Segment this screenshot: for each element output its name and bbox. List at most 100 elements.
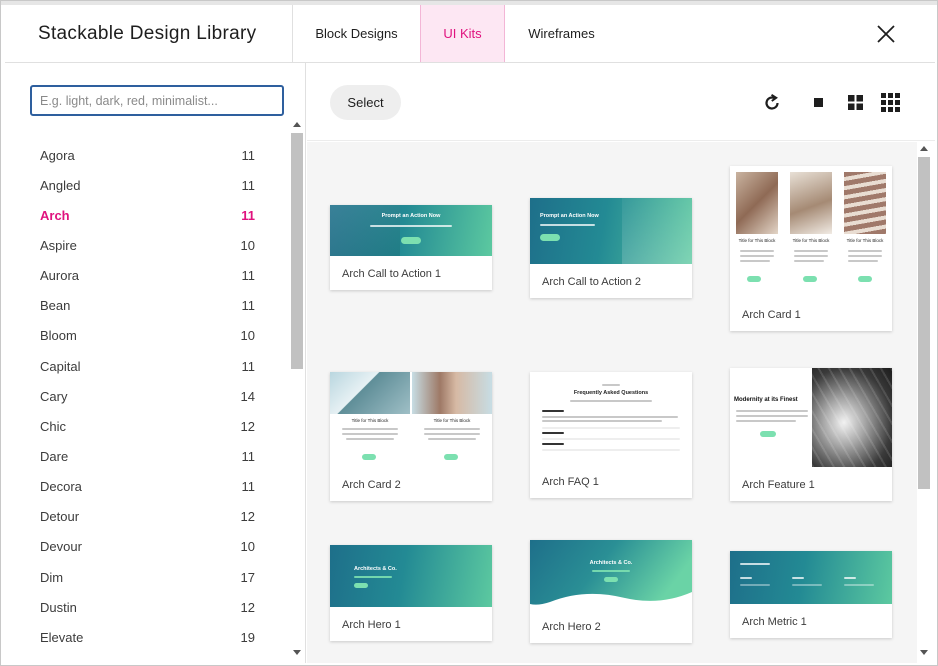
sidebar-item-dustin[interactable]: Dustin 12 <box>5 592 289 622</box>
sidebar-item-elevate[interactable]: Elevate 19 <box>5 622 289 652</box>
sidebar-item-dim[interactable]: Dim 17 <box>5 562 289 592</box>
design-card-arch-card-2[interactable]: Title for This Block Title for This Bloc… <box>330 372 492 501</box>
category-name: Arch <box>40 207 70 223</box>
search-input[interactable] <box>30 85 284 116</box>
preview-heading: Architects & Co. <box>589 560 633 566</box>
design-preview: Frequently Asked Questions <box>530 372 692 464</box>
category-name: Dare <box>40 448 69 464</box>
design-library-modal: Stackable Design Library Block Designs U… <box>0 0 938 666</box>
card-label: Arch Card 1 <box>742 309 801 321</box>
card-label: Arch Card 2 <box>342 479 401 491</box>
design-preview <box>730 551 892 604</box>
category-count: 12 <box>240 418 255 434</box>
sidebar-item-bean[interactable]: Bean 11 <box>5 291 289 321</box>
close-icon[interactable] <box>875 23 897 45</box>
modal-header: Stackable Design Library Block Designs U… <box>5 5 935 63</box>
design-card-arch-feature-1[interactable]: Modernity at its Finest Arch Feature 1 <box>730 368 892 501</box>
sidebar-item-cary[interactable]: Cary 14 <box>5 381 289 411</box>
sidebar-item-devour[interactable]: Devour 10 <box>5 532 289 562</box>
card-label: Arch Call to Action 2 <box>542 276 642 288</box>
grid-scrollbar-thumb[interactable] <box>918 157 930 489</box>
category-count: 11 <box>241 268 256 284</box>
category-name: Chic <box>40 418 67 434</box>
category-name: Agora <box>40 147 75 163</box>
category-name: Capital <box>40 358 81 374</box>
design-card-arch-card-1[interactable]: Title for This Block Title for This Bloc… <box>730 166 892 331</box>
design-preview: Prompt an Action Now <box>330 205 492 256</box>
sidebar-scroll-up-icon[interactable] <box>293 122 301 127</box>
sidebar-item-aspire[interactable]: Aspire 10 <box>5 230 289 260</box>
preview-heading-copy: Title for This Block <box>433 418 471 423</box>
sidebar-item-chic[interactable]: Chic 12 <box>5 411 289 441</box>
category-count: 11 <box>241 479 256 495</box>
design-preview: Architects & Co. <box>330 545 492 607</box>
category-list: Agora 11 Angled 11 Arch 11 Aspire 10 Aurora 11 Bea… <box>5 140 289 652</box>
sidebar-item-aurora[interactable]: Aurora 11 <box>5 261 289 291</box>
tab-block-designs[interactable]: Block Designs <box>293 5 420 62</box>
preview-heading: Prompt an Action Now <box>540 213 599 219</box>
two-column-grid-icon[interactable] <box>848 95 863 110</box>
category-count: 14 <box>240 388 255 404</box>
grid-scroll-down-icon[interactable] <box>920 650 928 655</box>
tab-ui-kits[interactable]: UI Kits <box>420 5 505 62</box>
category-count: 11 <box>241 448 256 464</box>
preview-heading: Modernity at its Finest <box>734 397 798 403</box>
single-column-icon[interactable] <box>814 98 824 108</box>
design-preview: Prompt an Action Now <box>530 198 692 264</box>
wave-hero-graphic <box>530 540 692 605</box>
category-name: Devour <box>40 539 82 555</box>
sidebar-item-bloom[interactable]: Bloom 10 <box>5 321 289 351</box>
category-name: Aspire <box>40 237 77 253</box>
card-label: Arch Hero 2 <box>542 621 601 633</box>
design-card-arch-hero-2[interactable]: Architects & Co. Arch Hero 2 <box>530 540 692 643</box>
category-count: 17 <box>240 569 255 585</box>
card-label: Arch Feature 1 <box>742 479 815 491</box>
category-count: 11 <box>241 207 255 223</box>
category-count: 11 <box>241 177 256 193</box>
category-count: 12 <box>240 599 255 615</box>
preview-heading: Architects & Co. <box>354 566 397 572</box>
card-label: Arch Hero 1 <box>342 619 401 631</box>
sidebar-scrollbar-thumb[interactable] <box>291 133 303 369</box>
sidebar-item-dare[interactable]: Dare 11 <box>5 441 289 471</box>
grid-scroll-up-icon[interactable] <box>920 146 928 151</box>
design-grid-panel: Select Prompt an Action Now Arch Call to… <box>307 63 935 663</box>
category-count: 11 <box>241 298 256 314</box>
card-label: Arch Call to Action 1 <box>342 268 442 280</box>
design-card-arch-faq-1[interactable]: Frequently Asked Questions Arch FAQ 1 <box>530 372 692 498</box>
design-preview: Modernity at its Finest <box>730 368 892 467</box>
design-card-arch-hero-1[interactable]: Architects & Co. Arch Hero 1 <box>330 545 492 641</box>
category-name: Bloom <box>40 328 77 344</box>
design-card-arch-call-to-action-1[interactable]: Prompt an Action Now Arch Call to Action… <box>330 205 492 290</box>
sidebar-item-arch[interactable]: Arch 11 <box>5 200 289 230</box>
card-label: Arch FAQ 1 <box>542 476 599 488</box>
preview-heading-copy: Title for This Block <box>792 238 830 243</box>
category-count: 10 <box>240 539 255 555</box>
select-button[interactable]: Select <box>330 85 401 120</box>
category-name: Elevate <box>40 629 84 645</box>
category-name: Dustin <box>40 599 77 615</box>
category-name: Aurora <box>40 268 80 284</box>
sidebar-scroll-down-icon[interactable] <box>293 650 301 655</box>
sidebar-item-agora[interactable]: Agora 11 <box>5 140 289 170</box>
category-count: 10 <box>240 328 255 344</box>
refresh-icon[interactable] <box>762 93 782 113</box>
category-sidebar: Agora11Angled11Arch11Aspire10Aurora11Bea… <box>5 63 306 663</box>
tab-wireframes[interactable]: Wireframes <box>505 5 618 62</box>
sidebar-item-detour[interactable]: Detour 12 <box>5 502 289 532</box>
category-count: 10 <box>240 237 255 253</box>
preview-heading: Title for This Block <box>351 418 389 423</box>
design-card-arch-metric-1[interactable]: Arch Metric 1 <box>730 551 892 638</box>
preview-heading: Title for This Block <box>738 238 776 243</box>
preview-heading-copy: Title for This Block <box>846 238 884 243</box>
category-count: 11 <box>241 358 256 374</box>
sidebar-item-capital[interactable]: Capital 11 <box>5 351 289 381</box>
design-preview: Architects & Co. <box>530 540 692 610</box>
sidebar-item-angled[interactable]: Angled 11 <box>5 170 289 200</box>
three-column-grid-icon[interactable] <box>881 93 900 112</box>
sidebar-item-decora[interactable]: Decora 11 <box>5 472 289 502</box>
design-card-arch-call-to-action-2[interactable]: Prompt an Action Now Arch Call to Action… <box>530 198 692 298</box>
design-preview: Title for This Block Title for This Bloc… <box>730 166 892 296</box>
design-preview: Title for This Block Title for This Bloc… <box>330 372 492 467</box>
category-count: 11 <box>241 147 256 163</box>
